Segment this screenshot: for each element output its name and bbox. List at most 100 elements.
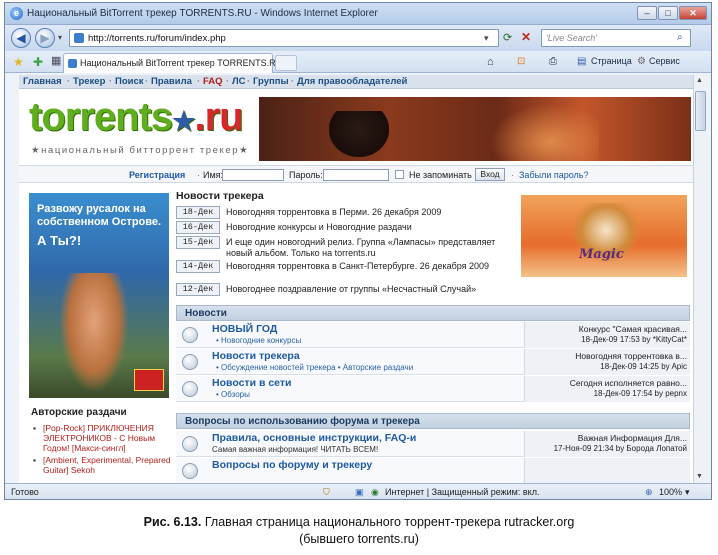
- forum-subforums[interactable]: • Новогодние конкурсы: [216, 336, 301, 345]
- forum-icon: [182, 327, 198, 343]
- window-title: Национальный BitTorrent трекер TORRENTS.…: [27, 8, 378, 19]
- section-header-news: Новости: [176, 305, 690, 321]
- zoom-icon: ⊕: [645, 487, 653, 497]
- last-post-title[interactable]: Конкурс "Самая красивая...: [529, 324, 687, 334]
- right-ad-banner[interactable]: Magic: [521, 195, 687, 277]
- news-link[interactable]: Новогодняя торрентовка в Санкт-Петербург…: [226, 261, 498, 272]
- vertical-scrollbar[interactable]: ▲ ▼: [693, 75, 707, 485]
- forum-title[interactable]: Новости трекера: [212, 350, 300, 362]
- forward-button[interactable]: ▶: [35, 28, 55, 48]
- section-title: Вопросы по использованию форума и трекер…: [185, 416, 420, 427]
- news-date: 18-Дек: [176, 206, 220, 219]
- nav-search[interactable]: Поиск: [115, 76, 144, 87]
- forum-title[interactable]: Правила, основные инструкции, FAQ-и: [212, 432, 416, 444]
- author-release-link[interactable]: [Pop-Rock] ПРИКЛЮЧЕНИЯ ЭЛЕКТРОНИКОВ - С …: [33, 423, 173, 453]
- favorites-star-icon[interactable]: ★: [13, 55, 24, 69]
- site-tagline: ★национальный битторрент трекер★: [31, 145, 250, 156]
- page-favicon-icon: [74, 33, 84, 43]
- logo-star-icon: ★: [172, 106, 195, 136]
- news-link[interactable]: И еще один новогодний релиз. Группа «Лам…: [226, 237, 498, 259]
- back-button[interactable]: ◀: [11, 28, 31, 48]
- forum-title[interactable]: Вопросы по форуму и трекеру: [212, 459, 372, 471]
- forum-row: Вопросы по форуму и трекеру: [176, 458, 690, 484]
- forum-title[interactable]: НОВЫЙ ГОД: [212, 323, 277, 335]
- top-banner-image[interactable]: [259, 97, 691, 161]
- remember-checkbox[interactable]: [395, 170, 404, 179]
- news-link[interactable]: Новогодняя торрентовка в Перми. 26 декаб…: [226, 207, 498, 218]
- nav-groups[interactable]: Группы: [253, 76, 289, 87]
- forum-row: Новости в сети • Обзоры Сегодня исполняе…: [176, 376, 690, 402]
- left-ad-line2: А Ты?!: [37, 233, 82, 248]
- add-favorites-icon[interactable]: ✚: [33, 55, 43, 69]
- page-menu[interactable]: Страница: [591, 56, 632, 66]
- login-bar: Регистрация · Имя: Пароль: Не запоминать…: [19, 165, 693, 183]
- quick-tabs-icon[interactable]: ▦: [51, 54, 61, 67]
- title-bar: e Национальный BitTorrent трекер TORRENT…: [5, 3, 711, 25]
- forum-last-post: Важная Информация Для... 17-Ноя-09 21:34…: [524, 431, 690, 457]
- register-link[interactable]: Регистрация: [129, 170, 185, 180]
- print-icon[interactable]: ⎙: [549, 56, 557, 67]
- login-button[interactable]: Вход: [475, 168, 505, 181]
- tab-bar: ★ ✚ ▦ Национальный BitTorrent трекер TOR…: [5, 51, 711, 73]
- scroll-up-icon[interactable]: ▲: [696, 77, 703, 84]
- password-input[interactable]: [323, 169, 389, 181]
- scroll-down-icon[interactable]: ▼: [696, 473, 703, 480]
- site-logo[interactable]: torrents★.ru: [29, 95, 244, 140]
- author-release-link[interactable]: [Ambient, Experimental, Prepared Guitar]…: [33, 455, 173, 475]
- zoom-dropdown-icon[interactable]: ▾: [685, 487, 690, 498]
- nav-home[interactable]: Главная: [23, 76, 62, 87]
- authors-header: Авторские раздачи: [31, 407, 127, 418]
- forum-row: Правила, основные инструкции, FAQ-и Сама…: [176, 431, 690, 457]
- browser-window: e Национальный BitTorrent трекер TORRENT…: [4, 2, 712, 500]
- feeds-icon[interactable]: ⊡: [517, 56, 525, 67]
- nav-rightholders[interactable]: Для правообладателей: [297, 76, 407, 87]
- right-ad-label: Magic: [579, 247, 624, 262]
- name-input[interactable]: [222, 169, 284, 181]
- minimize-button[interactable]: –: [637, 6, 657, 20]
- popup-icon: ▣: [355, 487, 364, 497]
- address-dropdown-icon[interactable]: ▾: [484, 33, 489, 44]
- tab-favicon-icon: [68, 59, 77, 68]
- forum-last-post: Сегодня исполняется равно... 18-Дек-09 1…: [524, 376, 690, 402]
- search-icon[interactable]: ⌕: [677, 32, 683, 43]
- history-dropdown-icon[interactable]: ▾: [58, 33, 62, 42]
- stop-icon[interactable]: ✕: [521, 30, 531, 44]
- nav-rules[interactable]: Правила: [151, 76, 192, 87]
- close-button[interactable]: ✕: [679, 6, 707, 20]
- forum-subforums[interactable]: • Обзоры: [216, 390, 250, 399]
- home-icon[interactable]: ⌂: [487, 56, 494, 68]
- caption-label: Рис. 6.13.: [143, 515, 202, 529]
- forum-icon: [182, 463, 198, 479]
- left-ad-banner[interactable]: Развожу русалок на собственном Острове. …: [29, 193, 169, 398]
- search-box[interactable]: 'Live Search' ⌕: [541, 29, 691, 47]
- authors-list: [Pop-Rock] ПРИКЛЮЧЕНИЯ ЭЛЕКТРОНИКОВ - С …: [33, 423, 173, 477]
- scroll-thumb[interactable]: [695, 91, 706, 131]
- tab-active[interactable]: Национальный BitTorrent трекер TORRENTS.…: [63, 53, 282, 73]
- address-url: http://torrents.ru/forum/index.php: [88, 33, 226, 44]
- forgot-password-link[interactable]: Забыли пароль?: [519, 170, 588, 180]
- search-placeholder: 'Live Search': [546, 33, 597, 43]
- last-post-title[interactable]: Сегодня исполняется равно...: [529, 378, 687, 388]
- nav-pm[interactable]: ЛС: [232, 76, 246, 87]
- last-post-meta: 18-Дек-09 17:53 by *KittyCat*: [581, 335, 687, 344]
- logo-text: torrents: [29, 95, 173, 139]
- forum-subforums[interactable]: • Обсуждение новостей трекера • Авторски…: [216, 363, 413, 372]
- maximize-button[interactable]: □: [658, 6, 678, 20]
- refresh-icon[interactable]: ⟳: [503, 31, 512, 44]
- nav-faq[interactable]: FAQ: [203, 76, 223, 87]
- address-bar[interactable]: http://torrents.ru/forum/index.php ▾: [69, 29, 499, 47]
- news-date: 16-Дек: [176, 221, 220, 234]
- caption-text-2: (бывшего torrents.ru): [299, 532, 419, 546]
- left-ad-line1: Развожу русалок на собственном Острове.: [37, 203, 162, 228]
- tools-menu[interactable]: Сервис: [649, 56, 680, 66]
- nav-tracker[interactable]: Трекер: [73, 76, 105, 87]
- forum-title[interactable]: Новости в сети: [212, 377, 291, 389]
- zoom-level[interactable]: 100%: [659, 487, 682, 497]
- news-link[interactable]: Новогоднее поздравление от группы «Несча…: [226, 284, 498, 295]
- news-link[interactable]: Новогодние конкурсы и Новогодние раздачи: [226, 222, 498, 233]
- zone-text: Интернет | Защищенный режим: вкл.: [385, 487, 540, 497]
- internet-zone-icon: ◉: [371, 487, 379, 497]
- last-post-title[interactable]: Новогодняя торрентовка в...: [529, 351, 687, 361]
- last-post-title[interactable]: Важная Информация Для...: [529, 433, 687, 443]
- new-tab-button[interactable]: [275, 55, 297, 71]
